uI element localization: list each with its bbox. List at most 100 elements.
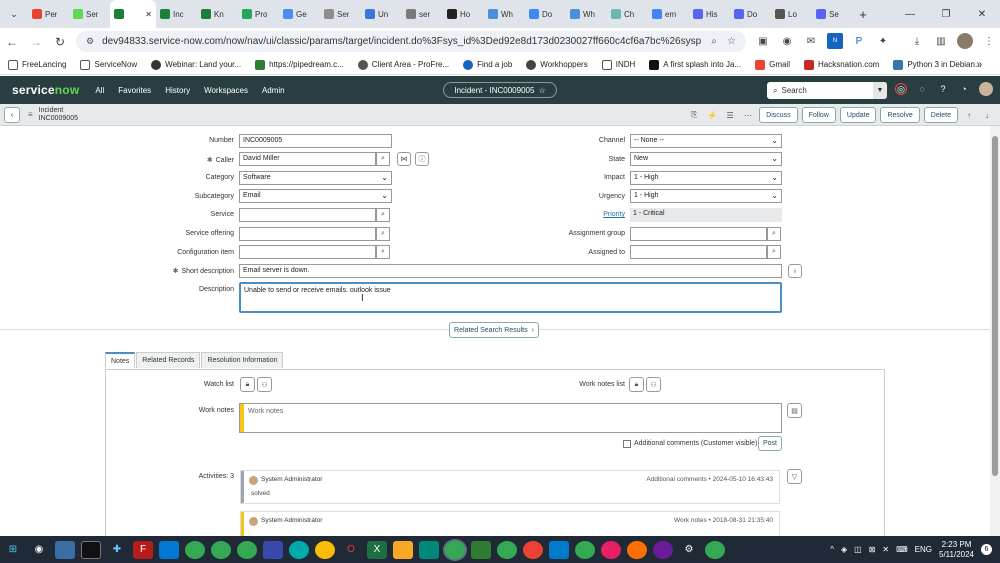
search-input[interactable]: Search [781,86,806,95]
tab-related-records[interactable]: Related Records [136,352,201,368]
subcategory-select[interactable]: Email ⌄ [239,189,392,203]
puzzle-icon[interactable]: ✦ [875,33,891,49]
caller-info-icon[interactable]: ⓘ [415,152,429,166]
chrome-icon[interactable] [211,540,231,559]
compose-icon[interactable]: ▤ [787,403,802,418]
attachment-icon[interactable]: ⎘ [687,110,701,120]
chrome-icon[interactable] [601,540,621,559]
additional-comments-checkbox[interactable] [623,440,631,448]
bookmarks-overflow[interactable]: » [976,59,982,70]
service-offering-search-icon[interactable]: ⌕ [376,227,390,241]
volume-mute-icon[interactable]: ✕ [882,545,889,554]
close-tab-icon[interactable]: ✕ [145,10,152,19]
browser-tab[interactable]: Ge [279,0,320,28]
sidepanel-icon[interactable]: ▥ [933,33,949,49]
down-arrow-icon[interactable]: ↓ [980,111,994,120]
bookmark-star-icon[interactable]: ☆ [727,36,736,47]
bookmark-item[interactable]: Webinar: Land your... [151,59,241,70]
bookmark-item[interactable]: FreeLancing [8,59,66,70]
chrome-icon[interactable] [705,540,725,559]
bookmark-item[interactable]: https://pipedream.c... [255,59,344,70]
site-info-icon[interactable]: ⚙ [86,36,94,47]
nav-workspaces[interactable]: Workspaces [204,86,248,95]
chrome-icon[interactable] [185,540,205,559]
browser-tab[interactable]: Inc [156,0,197,28]
extension-p-icon[interactable]: P [851,33,867,49]
tray-app-icon[interactable]: ⊠ [869,545,876,554]
clock[interactable]: 2:23 PM 5/11/2024 [939,540,974,560]
browser-tab[interactable]: Pro [238,0,279,28]
search-icon[interactable]: ◉ [29,541,49,559]
caller-field[interactable]: David Miller [239,152,376,166]
language-indicator[interactable]: ENG [915,545,932,554]
edge-icon[interactable] [289,540,309,559]
filezilla-icon[interactable]: F [133,540,153,559]
notification-badge[interactable]: 6 [981,544,992,555]
up-arrow-icon[interactable]: ↑ [962,111,976,120]
bookmark-item[interactable]: Gmail [755,59,790,70]
browser-tab[interactable]: Wh [484,0,525,28]
tab-resolution-information[interactable]: Resolution Information [201,352,284,368]
chrome-icon[interactable] [315,540,335,559]
additional-comments-label[interactable]: Additional comments (Customer visible) [634,440,757,447]
tray-app-icon[interactable]: ◫ [854,545,862,554]
bookmark-item[interactable]: A first splash into Ja... [649,59,741,70]
chrome-icon[interactable] [575,540,595,559]
extension-new-icon[interactable]: N [827,33,843,49]
work-notes-textarea[interactable]: Work notes [239,403,782,433]
app-icon[interactable] [653,540,673,559]
browser-tab[interactable]: Lo [771,0,812,28]
browser-tab[interactable]: ser [402,0,443,28]
bell-icon[interactable]: ◔ [958,83,970,95]
terminal-icon[interactable] [81,540,101,559]
nav-favorites[interactable]: Favorites [118,86,151,95]
app-icon[interactable] [263,540,283,559]
activity-icon[interactable]: ⚡ [705,111,719,120]
nav-all[interactable]: All [95,86,104,95]
nav-admin[interactable]: Admin [262,86,285,95]
address-bar[interactable]: ⚙ dev94833.service-now.com/now/nav/ui/cl… [76,31,746,52]
restore-icon[interactable]: ❐ [928,0,964,28]
browser-tab[interactable]: em [648,0,689,28]
settings-sliders-icon[interactable]: ☰ [723,111,737,120]
file-explorer-icon[interactable] [393,540,413,559]
settings-gear-icon[interactable]: ⚙ [679,541,699,559]
lightbulb-icon[interactable]: ♁ [788,264,802,278]
record-title-pill[interactable]: Incident - INC0009005 ☆ [443,82,557,98]
nav-history[interactable]: History [165,86,190,95]
bookmark-item[interactable]: Client Area - ProFre... [357,59,449,70]
app-icon[interactable]: ✚ [107,541,127,559]
excel-icon[interactable]: X [367,540,387,559]
related-search-results-button[interactable]: Related Search Results › [449,322,539,338]
back-arrow-icon[interactable]: ← [0,35,24,49]
lock-icon[interactable]: 🔒︎ [240,377,255,392]
browser-tab[interactable]: Ser [320,0,361,28]
number-field[interactable]: INC0009005 [239,134,392,148]
global-search[interactable]: ⌕ Search ▼ [767,82,887,99]
browser-tab[interactable]: Se [812,0,853,28]
close-window-icon[interactable]: ✕ [964,0,1000,28]
follow-button[interactable]: Follow [801,107,836,123]
context-menu-icon[interactable]: ≡ [28,110,33,119]
service-field[interactable] [239,208,376,222]
configuration-item-search-icon[interactable]: ⌕ [376,245,390,259]
tab-search-icon[interactable]: ⌄ [0,0,28,28]
assignment-group-field[interactable] [630,227,767,241]
bookmark-item[interactable]: Workhoppers [526,59,588,70]
description-textarea[interactable]: Unable to send or receive emails. outloo… [239,282,782,313]
short-description-field[interactable]: Email server is down. [239,264,782,278]
browser-tab[interactable]: Do [525,0,566,28]
service-search-icon[interactable]: ⌕ [376,208,390,222]
network-icon[interactable]: ⌨ [896,545,908,554]
help-icon[interactable]: ? [937,83,949,95]
chrome-icon[interactable] [445,540,465,559]
browser-tab[interactable]: Un [361,0,402,28]
browser-tab[interactable]: Ch [607,0,648,28]
chrome-icon[interactable] [523,540,543,559]
browser-tab[interactable]: Wh [566,0,607,28]
opera-icon[interactable]: O [341,541,361,559]
browser-tab[interactable]: Do [730,0,771,28]
configuration-item-field[interactable] [239,245,376,259]
star-icon[interactable]: ☆ [538,86,545,95]
avatar[interactable] [979,82,993,96]
